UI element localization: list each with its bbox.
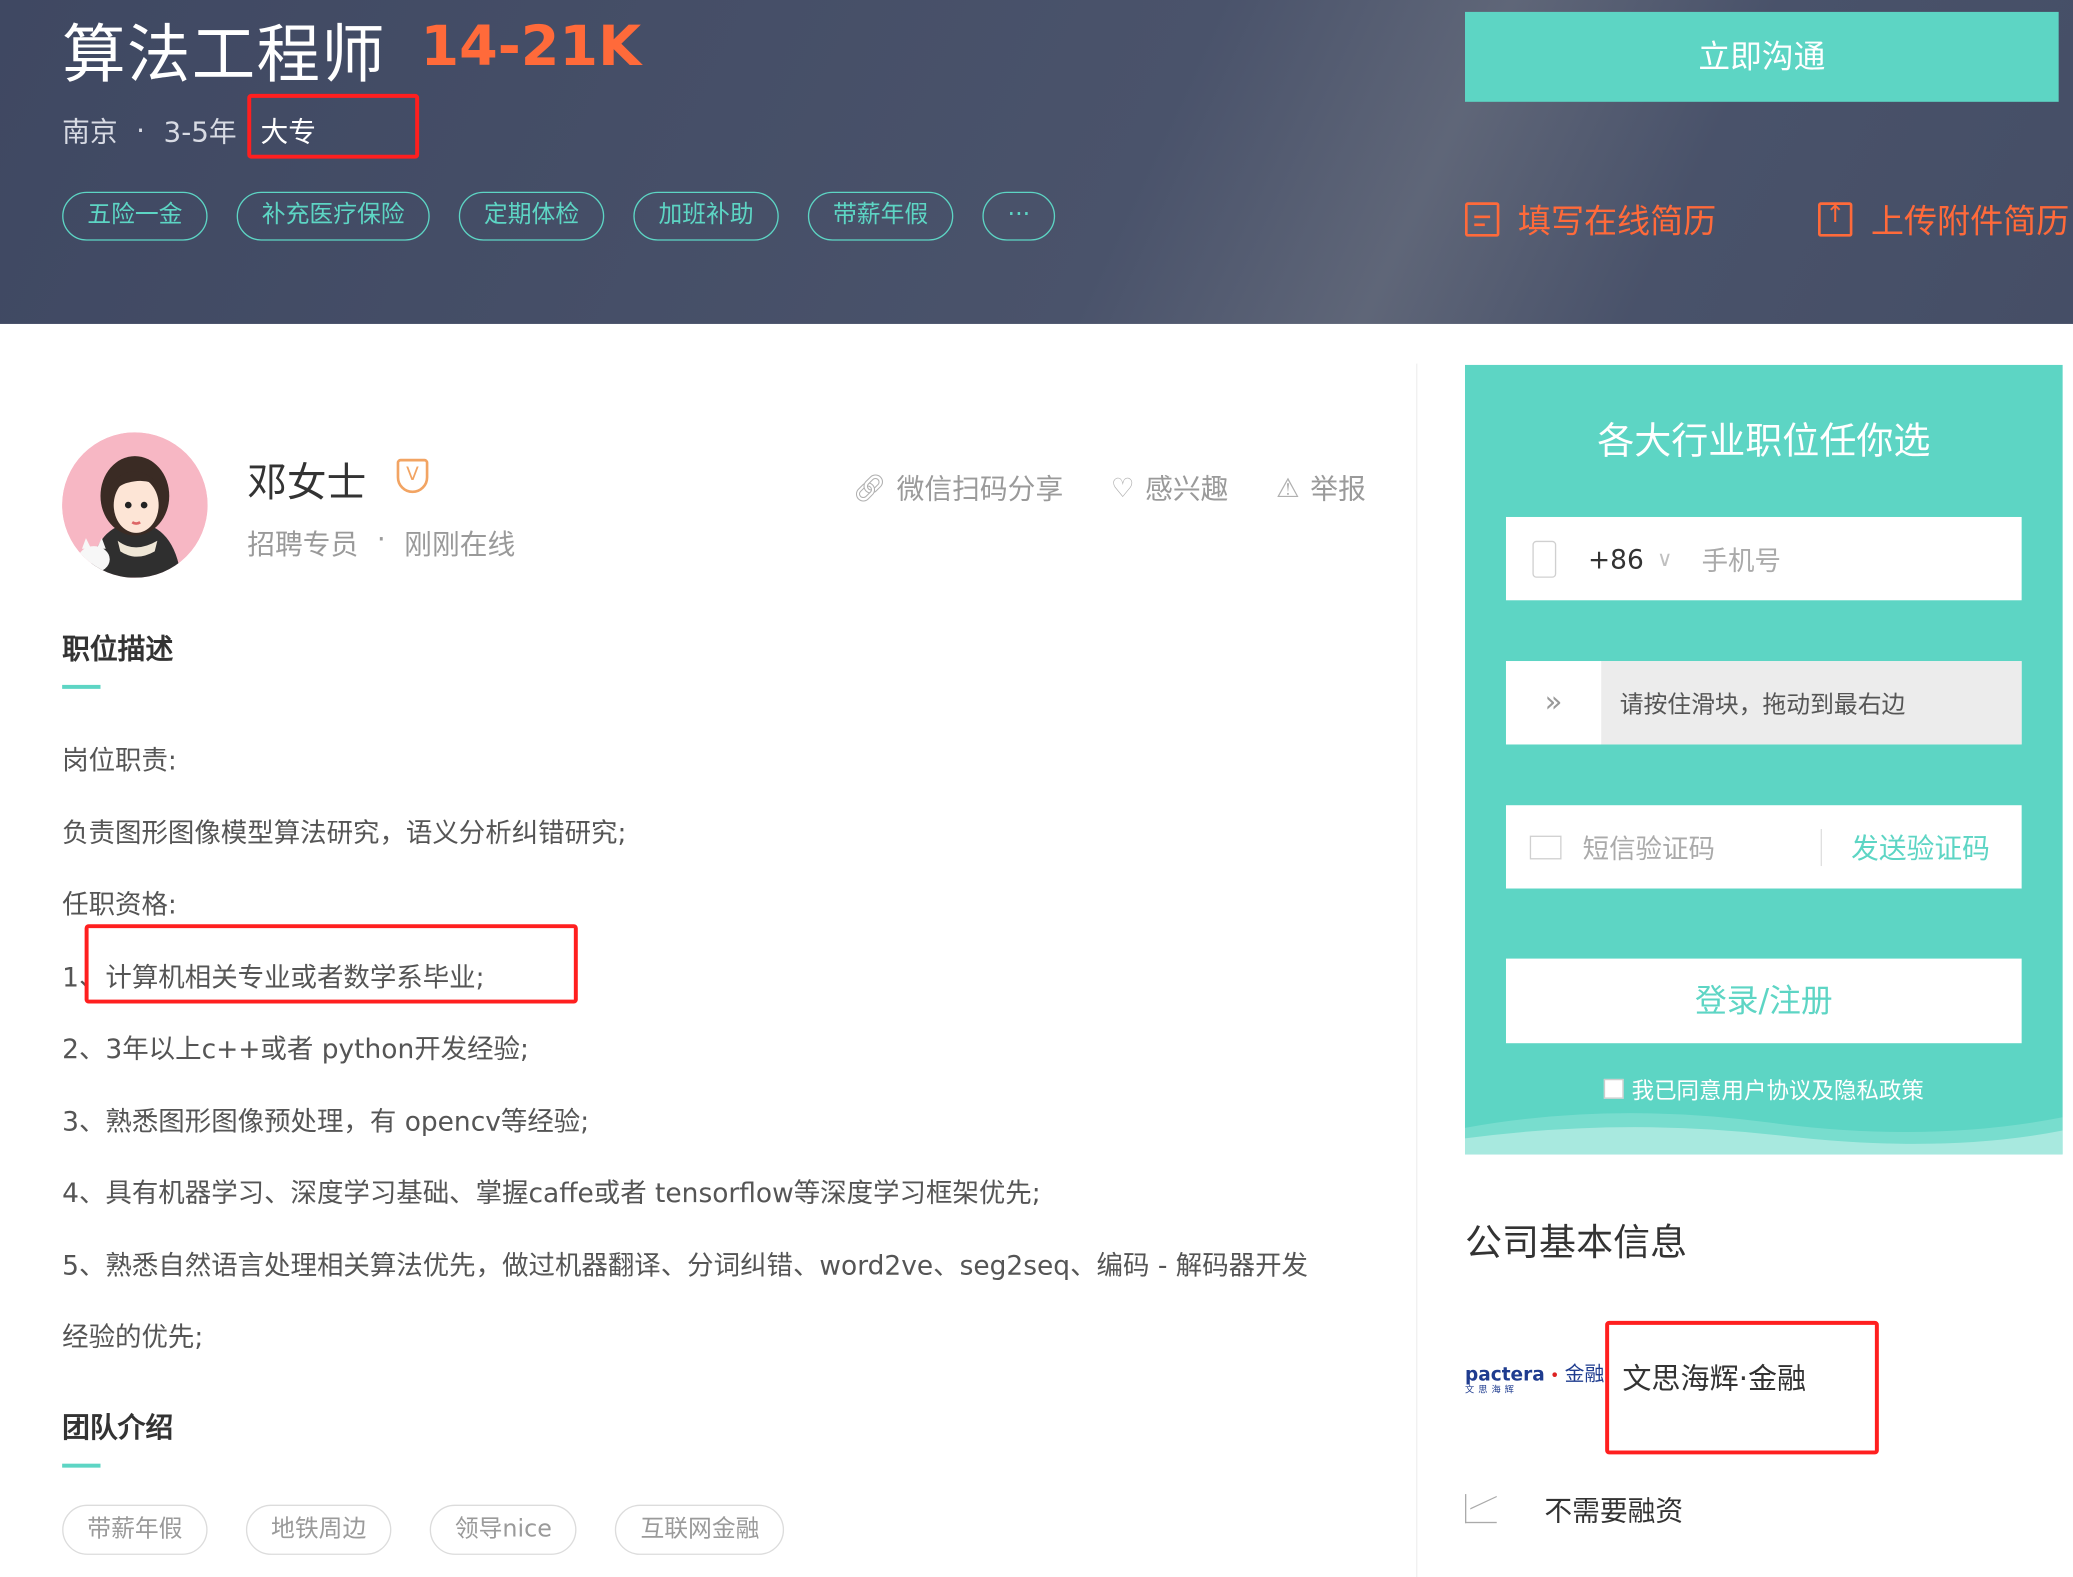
job-header: 算法工程师 14-21K 南京 · 3-5年 大专 五险一金 补充医疗保险 定期… [0, 0, 2073, 324]
report-button[interactable]: ⚠︎ 举报 [1276, 468, 1366, 508]
job-description-body: 岗位职责: 负责图形图像模型算法研究，语义分析纠错研究; 任职资格: 1、计算机… [62, 725, 1371, 1374]
job-description-heading: 职位描述 [62, 633, 174, 666]
description-line: 4、具有机器学习、深度学习基础、掌握caffe或者 tensorflow等深度学… [62, 1176, 1041, 1209]
column-divider [1416, 363, 1418, 1577]
job-experience: 3-5年 [163, 116, 237, 149]
team-tag: 互联网金融 [615, 1504, 785, 1555]
send-code-button[interactable]: 发送验证码 [1851, 827, 1990, 867]
description-line: 3、熟悉图形图像预处理，有 opencv等经验; [62, 1104, 590, 1137]
welfare-tag: 定期体检 [458, 191, 605, 241]
job-title: 算法工程师 [62, 18, 387, 93]
page: 算法工程师 14-21K 南京 · 3-5年 大专 五险一金 补充医疗保险 定期… [0, 0, 2073, 1577]
login-register-button[interactable]: 登录/注册 [1505, 958, 2022, 1044]
welfare-tag: 五险一金 [62, 191, 208, 241]
interest-label: 感兴趣 [1145, 473, 1229, 506]
section-underline [62, 1463, 101, 1468]
phone-field[interactable]: +86 ∨ 手机号 [1505, 516, 2022, 601]
sms-code-input[interactable]: 短信验证码 [1583, 828, 1821, 866]
chart-trend-icon [1464, 1494, 1497, 1524]
chevron-down-icon[interactable]: ∨ [1657, 546, 1672, 571]
wave-decoration [1464, 1113, 2063, 1155]
team-tags: 带薪年假 地铁周边 领导nice 互联网金融 [62, 1504, 785, 1555]
highlight-box-education [247, 93, 420, 159]
welfare-tag: 补充医疗保险 [236, 191, 430, 241]
country-code-select[interactable]: +86 [1588, 543, 1644, 575]
team-tag: 地铁周边 [245, 1504, 392, 1555]
chat-now-button[interactable]: 立即沟通 [1464, 11, 2059, 102]
recruiter-name: 邓女士 [247, 460, 367, 507]
upload-icon [1818, 201, 1853, 237]
share-wechat-button[interactable]: 🔗︎ 微信扫码分享 [852, 468, 1063, 508]
company-logo[interactable]: pactera • 金融 文思海辉 [1465, 1359, 1604, 1396]
sms-code-field: 短信验证码 发送验证码 [1505, 805, 2022, 889]
highlight-box-company [1605, 1320, 1879, 1455]
interest-button[interactable]: ♡ 感兴趣 [1111, 468, 1229, 508]
team-tag: 领导nice [429, 1504, 577, 1555]
welfare-tag: 加班补助 [633, 191, 779, 241]
recruiter-separator: · [376, 523, 386, 556]
fill-resume-label: 填写在线简历 [1517, 202, 1717, 241]
slider-handle[interactable]: » [1505, 661, 1602, 745]
financing-stage: 不需要融资 [1544, 1495, 1684, 1528]
recruiter-info: 招聘专员 · 刚刚在线 [247, 524, 515, 564]
phone-input[interactable]: 手机号 [1702, 539, 1781, 577]
recruiter-title: 招聘专员 [247, 528, 359, 561]
company-info-heading: 公司基本信息 [1464, 1220, 1688, 1265]
salary: 14-21K [420, 13, 642, 79]
document-icon [1464, 202, 1500, 237]
avatar-illustration [62, 432, 208, 578]
slider-captcha: » 请按住滑块，拖动到最右边 [1505, 661, 2022, 745]
job-city: 南京 [62, 116, 118, 149]
upload-resume-link[interactable]: 上传附件简历 [1818, 196, 2069, 244]
heart-icon: ♡ [1110, 472, 1135, 504]
description-line: 经验的优先; [62, 1320, 204, 1353]
description-line: 5、熟悉自然语言处理相关算法优先，做过机器翻译、分词纠错、word2ve、seg… [62, 1248, 1308, 1281]
logo-suffix: 金融 [1564, 1361, 1605, 1386]
mail-icon [1529, 834, 1562, 859]
phone-icon [1532, 540, 1557, 578]
logo-dot: • [1550, 1365, 1560, 1385]
team-heading: 团队介绍 [62, 1412, 174, 1444]
report-label: 举报 [1310, 473, 1366, 506]
panel-title: 各大行业职位任你选 [1597, 419, 1931, 463]
more-welfare-button[interactable]: ··· [982, 191, 1056, 241]
upload-resume-label: 上传附件简历 [1870, 202, 2070, 241]
share-label: 微信扫码分享 [896, 473, 1064, 506]
avatar[interactable] [62, 432, 208, 578]
field-separator [1820, 828, 1822, 866]
team-tag: 带薪年假 [62, 1504, 208, 1555]
section-underline [62, 684, 101, 689]
welfare-tag: 带薪年假 [807, 191, 954, 241]
meta-separator: · [136, 115, 146, 147]
job-actions: 🔗︎ 微信扫码分享 ♡ 感兴趣 ⚠︎ 举报 [852, 468, 1365, 508]
login-panel: 各大行业职位任你选 +86 ∨ 手机号 » 请按住滑块，拖动到最右边 短信验证码… [1464, 364, 2063, 1155]
fill-resume-link[interactable]: 填写在线简历 [1464, 196, 1717, 244]
description-line: 2、3年以上c++或者 python开发经验; [62, 1032, 529, 1065]
slider-track[interactable]: 请按住滑块，拖动到最右边 [1601, 661, 2022, 745]
verified-badge-icon: V [396, 458, 429, 494]
welfare-tags: 五险一金 补充医疗保险 定期体检 加班补助 带薪年假 ··· [62, 191, 1056, 241]
description-line: 负责图形图像模型算法研究，语义分析纠错研究; [62, 816, 627, 849]
description-line: 岗位职责: [62, 744, 177, 777]
double-chevron-right-icon: » [1544, 686, 1563, 720]
link-icon: 🔗︎ [852, 472, 887, 504]
warning-icon: ⚠︎ [1276, 472, 1300, 504]
highlight-box-major [84, 924, 578, 1004]
recruiter-status: 刚刚在线 [404, 528, 516, 561]
